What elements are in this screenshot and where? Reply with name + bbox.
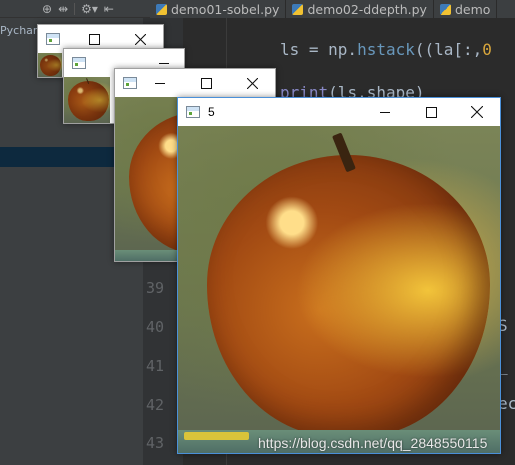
image-canvas <box>38 53 62 77</box>
tab-demo02-ddepth[interactable]: demo02-ddepth.py <box>286 0 434 18</box>
image-canvas <box>64 77 110 123</box>
window-app-icon <box>186 106 200 118</box>
python-file-icon <box>292 3 304 15</box>
window-app-icon <box>46 33 60 45</box>
line-number: 43 <box>146 434 165 452</box>
close-button[interactable] <box>454 98 500 126</box>
maximize-icon <box>200 77 212 89</box>
tab-demo01-sobel[interactable]: demo01-sobel.py <box>150 0 287 18</box>
maximize-icon <box>425 106 437 118</box>
target-icon[interactable]: ⊕ <box>42 2 52 16</box>
editor-tabs: demo01-sobel.py demo02-ddepth.py demo <box>150 0 515 18</box>
ide-toolbar: ⊕ ⇹ ⚙▾ ⇤ <box>0 0 150 18</box>
tab-label: demo <box>454 1 491 17</box>
line-number: 40 <box>146 318 165 336</box>
image-window-5[interactable]: 5 <box>177 97 501 454</box>
minimize-icon <box>159 62 169 64</box>
close-button[interactable] <box>229 69 275 97</box>
code-line[interactable]: ls = np.hstack((la[:,0 <box>280 40 492 59</box>
python-file-icon <box>156 3 167 15</box>
minimize-button[interactable] <box>137 69 183 97</box>
tab-label: demo02-ddepth.py <box>307 1 427 17</box>
line-number: 39 <box>146 279 165 297</box>
close-icon <box>471 106 483 118</box>
collapse-icon[interactable]: ⇤ <box>104 2 114 16</box>
tab-demo[interactable]: demo <box>434 0 498 18</box>
split-icon[interactable]: ⇹ <box>58 2 68 16</box>
line-number: 42 <box>146 396 165 414</box>
close-icon <box>134 33 146 45</box>
window-titlebar[interactable] <box>115 69 275 97</box>
gear-icon[interactable]: ⚙▾ <box>81 2 98 16</box>
line-number: 41 <box>146 357 165 375</box>
tab-label: demo01-sobel.py <box>171 1 280 17</box>
image-canvas <box>178 126 500 453</box>
apple-image <box>178 126 500 453</box>
maximize-button[interactable] <box>408 98 454 126</box>
minimize-button[interactable] <box>362 98 408 126</box>
maximize-icon <box>88 33 100 45</box>
close-icon <box>246 77 258 89</box>
python-file-icon <box>439 3 451 15</box>
minimize-icon <box>155 82 165 84</box>
watermark-text: https://blog.csdn.net/qq_2848550115 <box>258 435 488 451</box>
minimize-icon <box>380 111 390 113</box>
maximize-button[interactable] <box>183 69 229 97</box>
window-app-icon <box>72 57 86 69</box>
window-title: 5 <box>208 105 215 119</box>
window-app-icon <box>123 77 137 89</box>
toolbar-divider <box>74 2 76 15</box>
window-titlebar[interactable]: 5 <box>178 98 500 126</box>
